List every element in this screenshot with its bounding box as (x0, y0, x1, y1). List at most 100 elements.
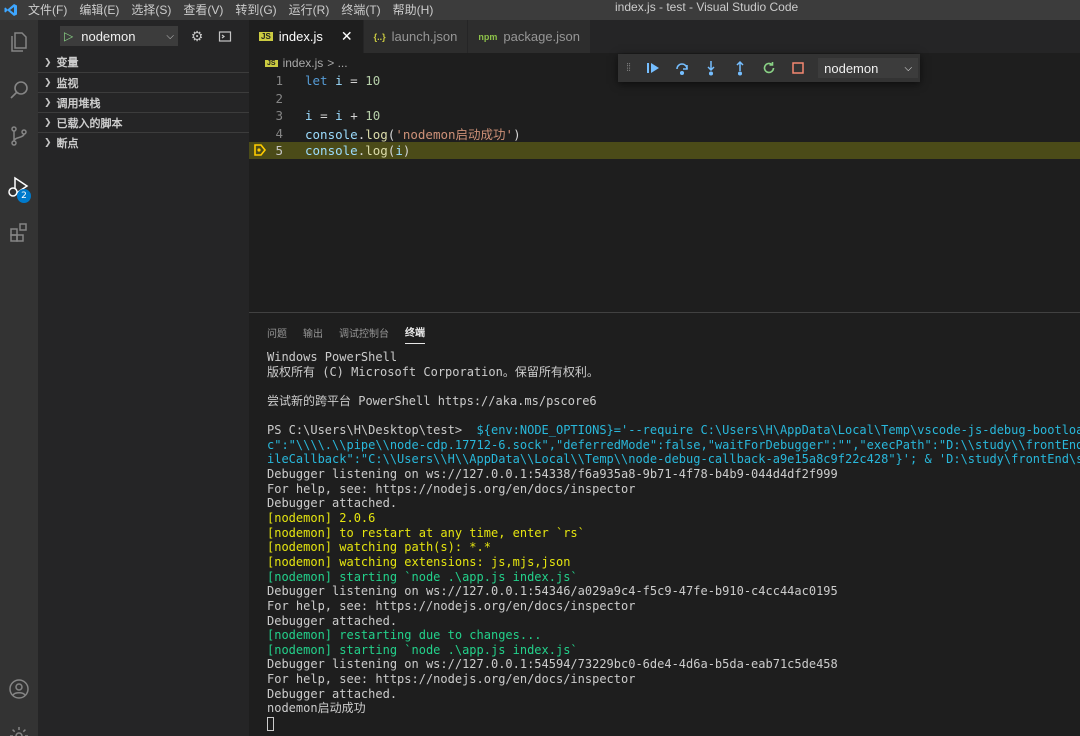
continue-icon (646, 63, 659, 73)
search-icon[interactable] (0, 70, 38, 110)
terminal-line: Debugger listening on ws://127.0.0.1:543… (267, 584, 838, 599)
terminal-line: Debugger attached. (267, 686, 398, 701)
sidebar-section[interactable]: ❯ 监视 (38, 72, 249, 92)
window-title: index.js - test - Visual Studio Code (615, 0, 799, 14)
code-text: console.log(i) (305, 143, 411, 158)
terminal-line: [nodemon] 2.0.6 (267, 511, 376, 526)
terminal-cursor-line (267, 716, 1080, 731)
menu-item[interactable]: 终端(T) (335, 0, 386, 20)
tab-label: package.json (503, 29, 581, 44)
terminal-line: [nodemon] watching extensions: js,mjs,js… (267, 554, 571, 569)
step-into-button[interactable] (696, 54, 725, 82)
breadcrumb: JS index.js > ... (265, 54, 348, 72)
sidebar-section[interactable]: ❯ 断点 (38, 132, 249, 152)
code-editor[interactable]: 1 let i = 10 2 3 i = i + 10 4 console.log('nod… (249, 72, 1080, 312)
line-number: 3 (275, 108, 283, 123)
vscode-logo-icon (0, 0, 22, 20)
terminal[interactable]: Windows PowerShell 版权所有 (C) Microsoft Cor… (267, 350, 1080, 731)
panel-tab[interactable]: 问题 (267, 319, 287, 344)
panel-tab[interactable]: 调试控制台 (339, 319, 389, 344)
gear-icon[interactable]: ⚙ (188, 27, 206, 45)
terminal-line: 版权所有 (C) Microsoft Corporation。保留所有权利。 (267, 364, 599, 379)
terminal-line: nodemon启动成功 (267, 701, 366, 716)
terminal-line: [nodemon] watching path(s): *.* (267, 540, 491, 555)
continue-button[interactable] (638, 54, 667, 82)
terminal-line: PS C:\Users\H\Desktop\test> ${env:NODE_O… (267, 423, 1080, 438)
stop-icon (791, 62, 804, 74)
sidebar-section[interactable]: ❯ 已载入的脚本 (38, 112, 249, 132)
debug-sidebar-toolbar: ▷ nodemon ⌵ ⚙ (38, 20, 249, 52)
chevron-right-icon: ❯ (44, 97, 52, 107)
tab-label: launch.json (391, 29, 458, 44)
source-control-icon[interactable] (0, 116, 38, 156)
editor-tab[interactable]: npm package.json (468, 20, 592, 53)
menu-item[interactable]: 查看(V) (177, 0, 229, 20)
files-icon[interactable] (0, 22, 38, 62)
step-into-icon (707, 61, 715, 76)
chevron-right-icon: ❯ (44, 77, 52, 87)
chevron-down-icon: ⌵ (904, 62, 913, 74)
title-bar: 文件(F) 编辑(E) 选择(S) 查看(V) 转到(G) 运行(R) 终端(T) 帮助(H)… (0, 0, 1080, 20)
menu-item[interactable]: 选择(S) (125, 0, 177, 20)
panel-tab[interactable]: 输出 (303, 319, 323, 344)
line-number: 4 (275, 125, 283, 141)
restart-icon (763, 62, 774, 74)
js-file-icon: JS (265, 59, 278, 67)
editor-tab[interactable]: {..} launch.json (363, 20, 469, 53)
stop-button[interactable] (783, 54, 812, 82)
start-debugging-icon[interactable]: ▷ (64, 29, 73, 43)
terminal-line: 尝试新的跨平台 PowerShell https://aka.ms/pscore… (267, 393, 597, 408)
restart-button[interactable] (754, 54, 783, 82)
extensions-icon[interactable] (0, 212, 38, 252)
account-icon[interactable] (0, 669, 38, 709)
terminal-line: Debugger attached. (267, 613, 398, 628)
menu-item[interactable]: 转到(G) (229, 0, 282, 20)
step-out-button[interactable] (725, 54, 754, 82)
editor-tab[interactable]: JS index.js ✕ (249, 20, 364, 53)
debug-session-select[interactable]: nodemon ⌵ (818, 58, 919, 78)
current-stack-frame-icon[interactable] (253, 143, 267, 157)
activity-bar: 2 (0, 20, 38, 736)
breadcrumb-file[interactable]: index.js (283, 56, 324, 70)
terminal-cursor[interactable] (267, 716, 274, 731)
step-over-button[interactable] (667, 54, 696, 82)
breadcrumb-rest[interactable]: > ... (327, 56, 347, 70)
run-config-name: nodemon (81, 28, 136, 44)
run-config-select[interactable]: ▷ nodemon ⌵ (60, 26, 178, 46)
panel-tabs: 问题 输出 调试控制台 终端 (249, 313, 1080, 349)
menu-bar: 文件(F) 编辑(E) 选择(S) 查看(V) 转到(G) 运行(R) 终端(T) 帮助(H) (22, 0, 439, 20)
menu-item[interactable]: 帮助(H) (387, 0, 440, 20)
sidebar-section-label: 已载入的脚本 (56, 117, 123, 130)
terminal-line: For help, see: https://nodejs.org/en/doc… (267, 672, 636, 687)
sidebar-section[interactable]: ❯ 变量 (38, 52, 249, 72)
floating-debug-toolbar: ⁞⁞ nodemon ⌵ (618, 54, 920, 82)
sidebar-section-label: 断点 (56, 137, 79, 150)
terminal-line: Debugger attached. (267, 496, 398, 511)
code-line: 5 console.log(i) (249, 142, 1080, 159)
menu-item[interactable]: 文件(F) (22, 0, 73, 20)
menu-item[interactable]: 编辑(E) (73, 0, 125, 20)
panel-tab[interactable]: 终端 (405, 318, 425, 344)
sidebar-section-label: 变量 (56, 57, 79, 69)
step-over-icon (675, 63, 688, 76)
settings-icon[interactable] (0, 716, 38, 736)
drag-handle-icon[interactable]: ⁞⁞ (626, 62, 631, 74)
step-out-icon (736, 60, 744, 76)
code-text: console.log('nodemon启动成功') (305, 126, 521, 142)
close-icon[interactable]: ✕ (341, 28, 353, 45)
terminal-line: c":"\\\\.\\pipe\\node-cdp.17712-6.sock",… (267, 437, 1080, 452)
terminal-line: Debugger listening on ws://127.0.0.1:545… (267, 657, 838, 672)
menu-item[interactable]: 运行(R) (283, 0, 336, 20)
code-text: let i = 10 (305, 73, 381, 88)
sidebar-section[interactable]: ❯ 调用堆栈 (38, 92, 249, 112)
run-debug-icon[interactable]: 2 (0, 166, 38, 206)
tab-label: index.js (278, 29, 323, 44)
sidebar-section-label: 监视 (56, 77, 79, 90)
debug-console-icon[interactable] (216, 27, 234, 45)
code-text: i = i + 10 (305, 108, 381, 123)
line-number: 1 (275, 73, 283, 88)
code-line: 3 i = i + 10 (249, 107, 1080, 124)
js-file-icon: JS (259, 32, 273, 41)
chevron-right-icon: ❯ (44, 56, 52, 67)
